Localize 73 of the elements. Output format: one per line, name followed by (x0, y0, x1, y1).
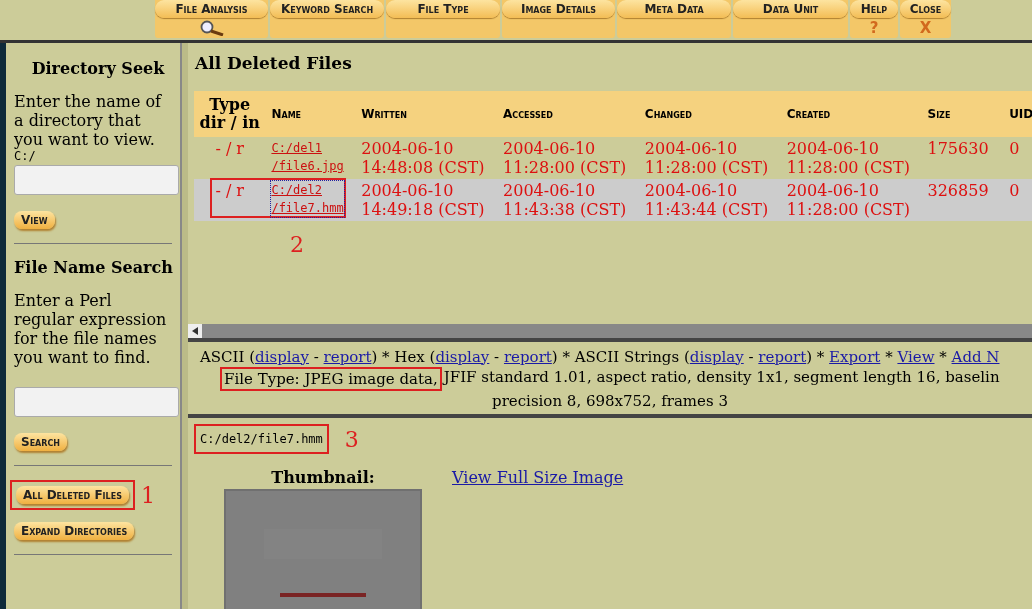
toolbar-tab[interactable]: Help ? (850, 0, 898, 38)
table-cell: 326859 (927, 181, 989, 200)
menu-link[interactable]: report (758, 346, 807, 367)
table-cell: 2004-06-10 11:28:00 (CST) (786, 181, 910, 219)
menu-text: - (312, 346, 320, 367)
scrollbar[interactable] (188, 323, 1032, 338)
menu-link[interactable]: Export (829, 346, 881, 367)
menu-link[interactable]: display (255, 346, 309, 367)
annotation-number: 3 (344, 426, 359, 452)
menu-link[interactable]: display (435, 346, 490, 367)
scroll-left-icon[interactable] (192, 326, 198, 335)
menu-link[interactable]: Add N (951, 346, 1000, 367)
table-cell: - / r (215, 181, 244, 200)
toolbar-tab[interactable]: File Type (386, 0, 500, 38)
table-cell: 2004-06-10 11:28:00 (CST) (644, 139, 769, 177)
table-cell: 175630 (927, 139, 989, 158)
menu-text: * (884, 346, 894, 367)
menu-text: - (493, 346, 501, 367)
path-prefix: C:/ (14, 149, 37, 163)
table-cell: 2004-06-10 11:43:44 (CST) (644, 181, 769, 219)
file-type-details: JFIF standard 1.01, aspect ratio, density 1x1, segment length 16, baselin (441, 366, 1000, 388)
toolbar-tab[interactable]: Image Details (502, 0, 615, 38)
menu-link[interactable]: display (689, 346, 744, 367)
section-title: Directory Seek (30, 59, 166, 78)
toolbar-tab[interactable]: Close X (900, 0, 951, 38)
table-cell: 0 (1009, 181, 1020, 200)
column-header: Size (921, 91, 1004, 137)
column-header: Created (780, 91, 922, 137)
table-cell: 0 (1009, 139, 1020, 158)
instructions-text: Enter a Perl regular expression for the file names you want to find. (14, 291, 168, 367)
full-size-link[interactable]: View Full Size Image (452, 468, 624, 609)
menu-text: * (938, 346, 948, 367)
file-link[interactable]: C:/del2 /file7.hmm (271, 181, 344, 217)
table-cell: 2004-06-10 11:43:38 (CST) (503, 181, 627, 219)
menu-text: - (747, 346, 755, 367)
list-title: All Deleted Files (194, 52, 353, 75)
search-button[interactable]: Search (14, 433, 68, 451)
section-title: File Name Search (14, 258, 174, 277)
file-type-text: File Type: JPEG image data, (220, 366, 442, 391)
toolbar-tab[interactable]: Keyword Search (270, 0, 384, 38)
column-header: Type dir / in (194, 91, 266, 137)
table-cell: - / r (215, 139, 244, 158)
menu-link[interactable]: report (503, 346, 552, 367)
annotation-number: 2 (290, 235, 304, 254)
column-header: Accessed (497, 91, 639, 137)
annotation-number: 1 (140, 482, 155, 508)
column-header: UID (1003, 91, 1032, 137)
menu-text: ) * (806, 346, 826, 367)
instructions-text: Enter the name of a directory that you want to view. (14, 92, 163, 149)
menu-link[interactable]: report (323, 346, 372, 367)
view-button[interactable]: View (14, 211, 55, 229)
menu-text: ) * ASCII Strings ( (551, 346, 690, 367)
menu-text: ASCII ( (200, 346, 256, 367)
file-type-details: precision 8, 698x752, frames 3 (492, 391, 728, 410)
table-cell: 2004-06-10 14:48:08 (CST) (361, 139, 485, 177)
column-header: Name (265, 91, 356, 137)
column-header: Changed (638, 91, 781, 137)
menu-text: ) * Hex ( (371, 346, 436, 367)
table-cell: 2004-06-10 11:28:00 (CST) (786, 139, 910, 177)
file-path: C:/del2/file7.hmm (194, 424, 329, 454)
action-button[interactable]: Expand Directories (14, 522, 135, 540)
input-field[interactable] (14, 387, 179, 417)
toolbar-tab[interactable]: File Analysis (155, 0, 268, 38)
toolbar-tab[interactable]: Data Unit (733, 0, 848, 38)
table-cell: 2004-06-10 11:28:00 (CST) (503, 139, 627, 177)
toolbar-tab[interactable]: Meta Data (617, 0, 731, 38)
input-field[interactable] (14, 165, 179, 195)
table-cell: 2004-06-10 14:49:18 (CST) (361, 181, 485, 219)
action-button[interactable]: All Deleted Files (16, 486, 129, 504)
menu-link[interactable]: View (897, 346, 935, 367)
column-header: Written (355, 91, 498, 137)
search-icon (198, 20, 225, 36)
thumbnail-label: Thumbnail: (271, 468, 375, 487)
